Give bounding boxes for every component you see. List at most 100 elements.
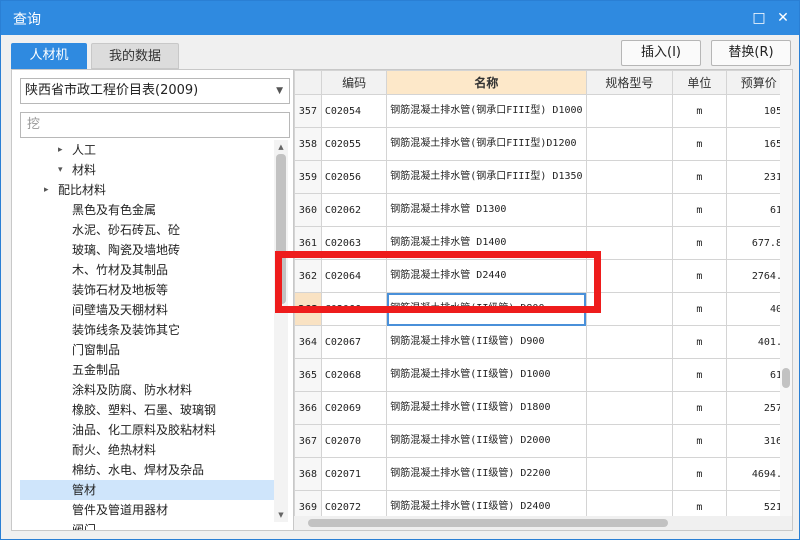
cell-code[interactable]: C02066	[320, 292, 388, 326]
row-number[interactable]: 364	[294, 325, 322, 359]
cell-name[interactable]: 钢筋混凝土排水管(钢承口FIII型) D1000	[386, 94, 587, 128]
cell-spec[interactable]	[585, 160, 674, 194]
search-input[interactable]: 挖	[20, 112, 290, 138]
cell-name[interactable]: 钢筋混凝土排水管(II级管) D800	[386, 292, 587, 326]
cell-code[interactable]: C02064	[320, 259, 388, 293]
tree-item[interactable]: 装饰石材及地板等	[20, 280, 274, 300]
cell-unit[interactable]: m	[672, 259, 727, 293]
cell-unit[interactable]: m	[672, 292, 727, 326]
cell-name[interactable]: 钢筋混凝土排水管(II级管) D2000	[386, 424, 587, 458]
row-number[interactable]: 363	[294, 292, 322, 326]
cell-spec[interactable]	[585, 259, 674, 293]
row-number[interactable]: 358	[294, 127, 322, 161]
row-number[interactable]: 368	[294, 457, 322, 491]
replace-button[interactable]: 替换(R)	[711, 40, 791, 66]
row-number[interactable]: 361	[294, 226, 322, 260]
cell-spec[interactable]	[585, 424, 674, 458]
tree-item[interactable]: 黑色及有色金属	[20, 200, 274, 220]
cell-unit[interactable]: m	[672, 424, 727, 458]
cell-name[interactable]: 钢筋混凝土排水管(II级管) D2200	[386, 457, 587, 491]
tree-item[interactable]: 装饰线条及装饰其它	[20, 320, 274, 340]
table-row[interactable]: 364 C02067 钢筋混凝土排水管(II级管) D900 m 401.5	[294, 325, 792, 359]
cell-spec[interactable]	[585, 226, 674, 260]
tree-item[interactable]: 五金制品	[20, 360, 274, 380]
cell-code[interactable]: C02067	[320, 325, 388, 359]
cell-name[interactable]: 钢筋混凝土排水管 D2440	[386, 259, 587, 293]
scroll-up-icon[interactable]: ▲	[276, 142, 286, 152]
table-row[interactable]: 361 C02063 钢筋混凝土排水管 D1400 m 677.88	[294, 226, 792, 260]
chevron-down-icon[interactable]: ▾	[58, 160, 63, 180]
grid-hscrollbar[interactable]	[294, 516, 792, 530]
row-number[interactable]: 365	[294, 358, 322, 392]
tree-item[interactable]: ▾ 材料	[20, 160, 274, 180]
row-number[interactable]: 362	[294, 259, 322, 293]
table-row[interactable]: 357 C02054 钢筋混凝土排水管(钢承口FIII型) D1000 m 1050	[294, 94, 792, 128]
cell-name[interactable]: 钢筋混凝土排水管(II级管) D1000	[386, 358, 587, 392]
row-number[interactable]: 359	[294, 160, 322, 194]
scroll-down-icon[interactable]: ▼	[276, 510, 286, 520]
cell-unit[interactable]: m	[672, 391, 727, 425]
grid-vscrollbar[interactable]	[780, 70, 792, 516]
tree-item[interactable]: 管件及管道用器材	[20, 500, 274, 520]
cell-spec[interactable]	[585, 325, 674, 359]
maximize-icon[interactable]: □	[749, 8, 769, 28]
cell-code[interactable]: C02068	[320, 358, 388, 392]
tree-item[interactable]: 棉纺、水电、焊材及杂品	[20, 460, 274, 480]
tree-item[interactable]: ▸ 人工	[20, 140, 274, 160]
table-row[interactable]: 363 C02066 钢筋混凝土排水管(II级管) D800 m 409	[294, 292, 792, 326]
cell-code[interactable]: C02062	[320, 193, 388, 227]
cell-unit[interactable]: m	[672, 457, 727, 491]
cell-unit[interactable]: m	[672, 94, 727, 128]
tree-scroll-thumb[interactable]	[276, 154, 286, 304]
chevron-right-icon[interactable]: ▸	[44, 180, 49, 200]
cell-spec[interactable]	[585, 193, 674, 227]
row-number[interactable]: 367	[294, 424, 322, 458]
header-spec[interactable]: 规格型号	[585, 70, 674, 95]
cell-unit[interactable]: m	[672, 358, 727, 392]
header-name[interactable]: 名称	[386, 70, 587, 95]
tree-item[interactable]: 油品、化工原料及胶粘材料	[20, 420, 274, 440]
table-row[interactable]: 362 C02064 钢筋混凝土排水管 D2440 m 2764.3	[294, 259, 792, 293]
row-number[interactable]: 360	[294, 193, 322, 227]
tree-item[interactable]: 耐火、绝热材料	[20, 440, 274, 460]
cell-spec[interactable]	[585, 127, 674, 161]
tree-item[interactable]: 涂料及防腐、防水材料	[20, 380, 274, 400]
tab-my-data[interactable]: 我的数据	[91, 43, 179, 69]
cell-code[interactable]: C02054	[320, 94, 388, 128]
insert-button[interactable]: 插入(I)	[621, 40, 701, 66]
grid-vscroll-thumb[interactable]	[782, 368, 790, 388]
tree-item[interactable]: 间壁墙及天棚材料	[20, 300, 274, 320]
cell-unit[interactable]: m	[672, 325, 727, 359]
cell-unit[interactable]: m	[672, 160, 727, 194]
row-number[interactable]: 357	[294, 94, 322, 128]
cell-spec[interactable]	[585, 358, 674, 392]
cell-name[interactable]: 钢筋混凝土排水管 D1400	[386, 226, 587, 260]
cell-code[interactable]: C02071	[320, 457, 388, 491]
cell-unit[interactable]: m	[672, 193, 727, 227]
row-number[interactable]: 366	[294, 391, 322, 425]
cell-code[interactable]: C02070	[320, 424, 388, 458]
table-row[interactable]: 367 C02070 钢筋混凝土排水管(II级管) D2000 m 3160	[294, 424, 792, 458]
close-icon[interactable]: ✕	[773, 8, 793, 28]
cell-code[interactable]: C02069	[320, 391, 388, 425]
tree-item[interactable]: 水泥、砂石砖瓦、砼	[20, 220, 274, 240]
catalog-select[interactable]: 陕西省市政工程价目表(2009) ▼	[20, 78, 290, 104]
tree-item[interactable]: ▸ 配比材料	[20, 180, 274, 200]
cell-unit[interactable]: m	[672, 226, 727, 260]
cell-spec[interactable]	[585, 292, 674, 326]
cell-name[interactable]: 钢筋混凝土排水管(钢承口FIII型) D1350	[386, 160, 587, 194]
table-row[interactable]: 365 C02068 钢筋混凝土排水管(II级管) D1000 m 614	[294, 358, 792, 392]
cell-name[interactable]: 钢筋混凝土排水管(钢承口FIII型)D1200	[386, 127, 587, 161]
table-row[interactable]: 360 C02062 钢筋混凝土排水管 D1300 m 614	[294, 193, 792, 227]
tree-item[interactable]: 门窗制品	[20, 340, 274, 360]
cell-name[interactable]: 钢筋混凝土排水管(II级管) D1800	[386, 391, 587, 425]
cell-name[interactable]: 钢筋混凝土排水管(II级管) D900	[386, 325, 587, 359]
cell-spec[interactable]	[585, 457, 674, 491]
tree-item[interactable]: 管材	[20, 480, 274, 500]
header-unit[interactable]: 单位	[672, 70, 727, 95]
cell-spec[interactable]	[585, 94, 674, 128]
cell-unit[interactable]: m	[672, 127, 727, 161]
table-row[interactable]: 366 C02069 钢筋混凝土排水管(II级管) D1800 m 2570	[294, 391, 792, 425]
grid-hscroll-thumb[interactable]	[308, 519, 668, 527]
cell-code[interactable]: C02063	[320, 226, 388, 260]
